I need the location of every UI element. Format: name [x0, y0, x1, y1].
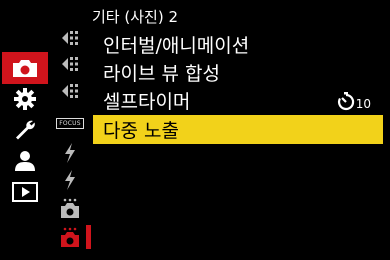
- person-icon: [15, 151, 35, 171]
- tab-playback[interactable]: [2, 176, 48, 208]
- self-timer-seconds: 10: [355, 96, 371, 111]
- wrench-icon: [16, 120, 35, 140]
- tab-setup[interactable]: [2, 83, 48, 115]
- menu-item-self-timer[interactable]: 셀프타이머 10: [93, 86, 383, 115]
- menu-item-multiple-exposure[interactable]: 다중 노출: [93, 115, 383, 144]
- tab-custom[interactable]: [2, 114, 48, 146]
- sub-tab-photo-other-1[interactable]: [56, 197, 84, 221]
- active-sub-tab-indicator: [86, 225, 91, 249]
- menu-item-label: 셀프타이머: [103, 91, 191, 113]
- sub-tab-flash-1[interactable]: [56, 141, 84, 165]
- quality-icon: [62, 57, 78, 71]
- sub-tab-quality-1[interactable]: [56, 26, 84, 50]
- camera-icon: [13, 60, 37, 77]
- gear-icon: [14, 88, 36, 110]
- sub-tab-column: FOCUS: [56, 0, 86, 260]
- tab-my-menu[interactable]: [2, 145, 48, 177]
- tab-photo[interactable]: [2, 52, 48, 84]
- quality-icon: [62, 84, 78, 98]
- main-tab-column: [0, 0, 50, 260]
- photo-other-1-icon: [61, 198, 79, 218]
- quality-icon: [62, 31, 78, 45]
- page-title: 기타 (사진) 2: [92, 8, 178, 26]
- menu-item-interval-animation[interactable]: 인터벌/애니메이션: [93, 30, 383, 59]
- sub-tab-quality-3[interactable]: [56, 79, 84, 103]
- sub-tab-quality-2[interactable]: [56, 52, 84, 76]
- self-timer-icon: [337, 91, 354, 110]
- sub-tab-photo-other-2[interactable]: [56, 226, 84, 250]
- playback-icon: [12, 182, 38, 202]
- focus-icon: FOCUS: [56, 117, 84, 129]
- self-timer-value: 10: [337, 86, 371, 115]
- menu-item-label: 다중 노출: [103, 120, 179, 142]
- flash-icon: [65, 170, 75, 190]
- sub-tab-focus[interactable]: FOCUS: [56, 111, 84, 135]
- menu-item-label: 인터벌/애니메이션: [103, 35, 250, 57]
- menu-item-label: 라이브 뷰 합성: [103, 63, 220, 85]
- sub-tab-flash-2[interactable]: [56, 168, 84, 192]
- flash-icon: [65, 143, 75, 163]
- menu-item-live-view-composite[interactable]: 라이브 뷰 합성: [93, 58, 383, 87]
- photo-other-2-icon: [61, 227, 79, 247]
